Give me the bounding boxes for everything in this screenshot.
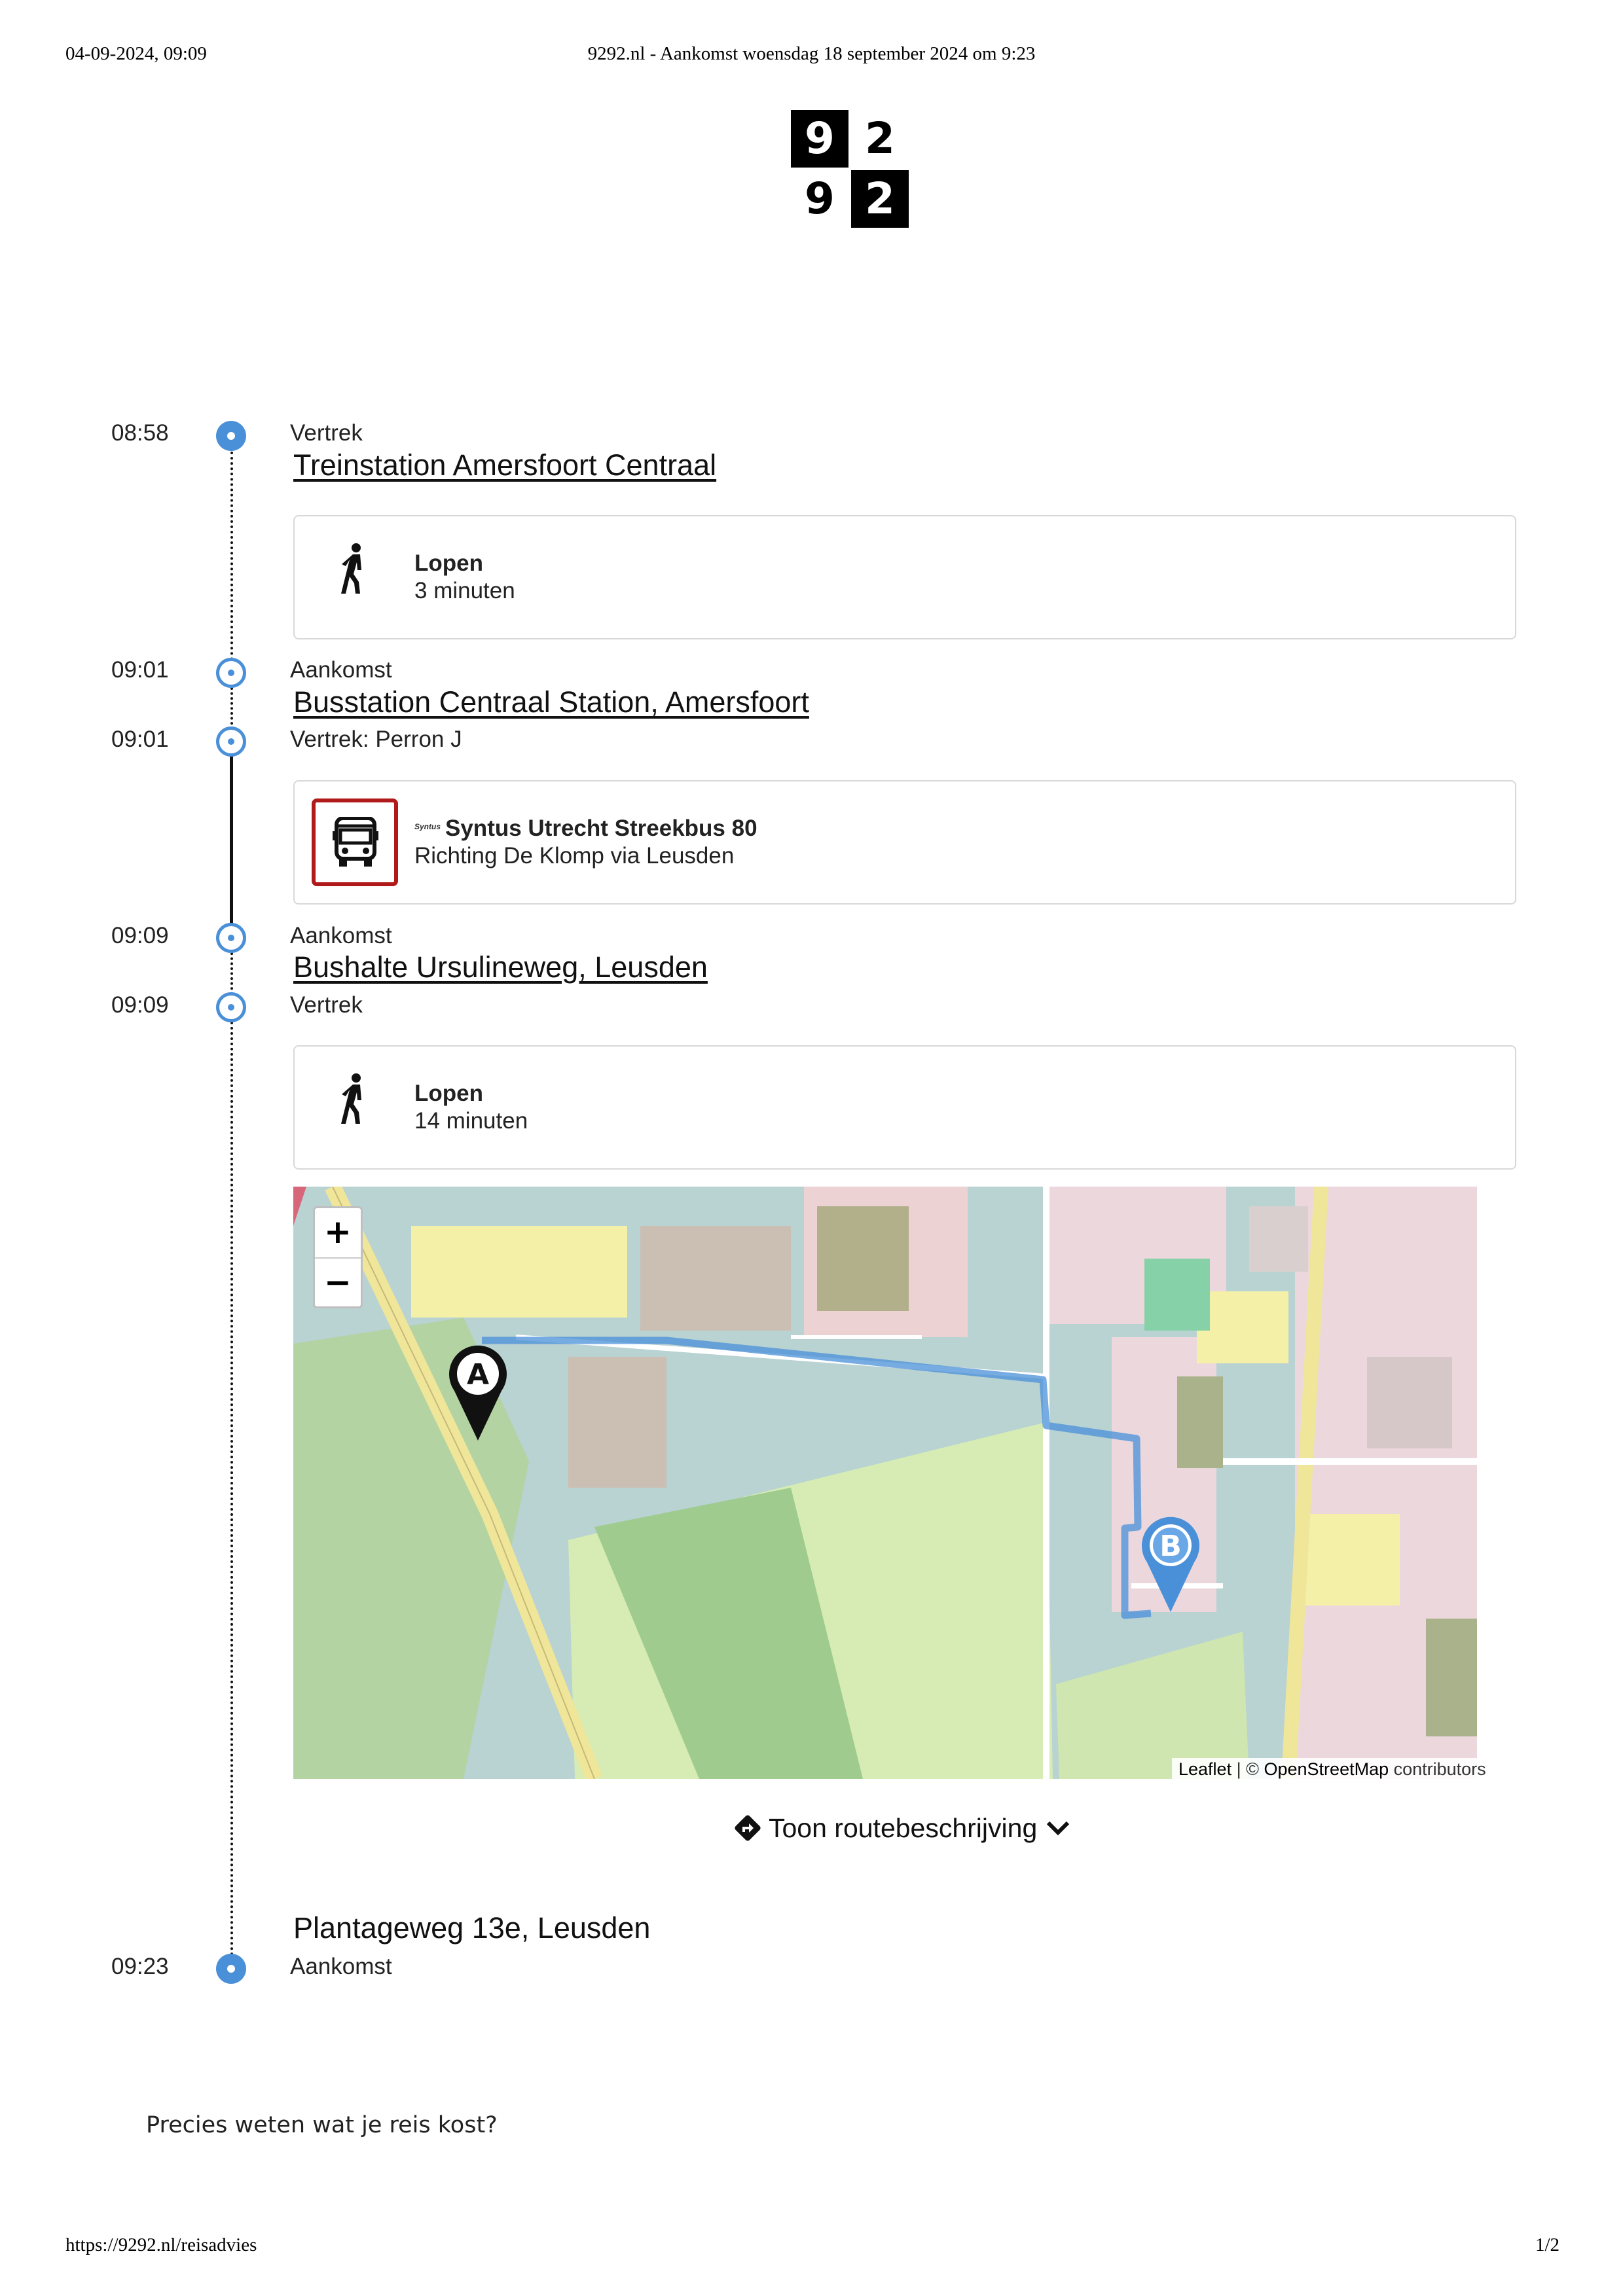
walk-duration: 14 minuten: [414, 1108, 528, 1134]
departure-platform-label: Vertrek: Perron J: [290, 726, 462, 752]
final-arrival-time: 09:23: [111, 1954, 169, 1979]
zoom-out-button[interactable]: −: [315, 1259, 361, 1308]
route-toggle-label: Toon routebeschrijving: [769, 1812, 1038, 1843]
bus-direction: Richting De Klomp via Leusden: [414, 843, 735, 869]
attribution-contributors: contributors: [1389, 1759, 1486, 1779]
departure-label: Vertrek: [290, 420, 363, 446]
stop-link-busstation[interactable]: Busstation Centraal Station, Amersfoort: [293, 685, 809, 719]
zoom-in-button[interactable]: +: [315, 1208, 361, 1259]
9292-logo[interactable]: 9 2 9 2: [791, 110, 910, 229]
print-title: 9292.nl - Aankomst woensdag 18 september…: [587, 43, 1036, 64]
leaflet-link[interactable]: Leaflet: [1178, 1759, 1231, 1779]
arrival-dot: [216, 1954, 246, 1984]
timeline-bus-line: [230, 756, 233, 926]
departure-dot: [216, 421, 246, 451]
walk-leg-card[interactable]: Lopen 3 minuten: [293, 515, 1516, 639]
arrival-time: 09:09: [111, 923, 169, 948]
print-url: https://9292.nl/reisadvies: [65, 2234, 257, 2255]
timeline-walk-line: [230, 452, 233, 671]
destination-marker-icon[interactable]: B: [1138, 1514, 1203, 1619]
directions-icon: [735, 1815, 761, 1841]
marker-b-label: B: [1159, 1530, 1182, 1563]
chevron-down-icon: [1047, 1821, 1070, 1836]
departure-time: 09:01: [111, 726, 169, 752]
walk-title: Lopen: [414, 1081, 483, 1106]
map-zoom-control: + −: [313, 1206, 363, 1308]
walk-title: Lopen: [414, 550, 483, 576]
bus-badge: [312, 798, 398, 886]
map-attribution: Leaflet | © OpenStreetMap contributors: [1172, 1758, 1493, 1781]
departure-label: Vertrek: [290, 992, 363, 1018]
marker-a-label: A: [467, 1358, 489, 1391]
departure-time: 08:58: [111, 420, 169, 446]
departure-time: 09:09: [111, 992, 169, 1018]
stop-dot: [216, 658, 246, 688]
logo-cell: 2: [851, 170, 909, 228]
openstreetmap-link[interactable]: OpenStreetMap: [1264, 1759, 1389, 1779]
attribution-separator: | ©: [1231, 1759, 1264, 1779]
logo-cell: 2: [865, 113, 895, 164]
arrival-time: 09:01: [111, 657, 169, 683]
stop-link-ursulineweg[interactable]: Bushalte Ursulineweg, Leusden: [293, 950, 708, 984]
destination-address: Plantageweg 13e, Leusden: [293, 1911, 651, 1945]
operator-logo: Syntus: [414, 822, 441, 831]
stop-dot: [216, 992, 246, 1022]
walking-icon: [341, 1073, 361, 1124]
price-promo-text: Precies weten wat je reis kost?: [146, 2112, 498, 2138]
walk-leg-card[interactable]: Lopen 14 minuten: [293, 1045, 1516, 1170]
logo-cell: 9: [791, 110, 848, 168]
final-arrival-label: Aankomst: [290, 1954, 392, 1979]
walking-route-line: [482, 1336, 1152, 1619]
arrival-label: Aankomst: [290, 657, 392, 683]
print-page-number: 1/2: [1535, 2234, 1560, 2255]
timeline-walk-line: [230, 1011, 233, 1967]
walk-duration: 3 minuten: [414, 578, 515, 603]
stop-dot: [216, 726, 246, 757]
logo-cell: 9: [805, 173, 835, 224]
bus-leg-card[interactable]: Syntus Syntus Utrecht Streekbus 80 Richt…: [293, 780, 1516, 905]
route-map[interactable]: A B + −: [293, 1187, 1477, 1779]
walking-icon: [341, 543, 361, 594]
bus-line-title: Syntus Utrecht Streekbus 80: [445, 816, 757, 841]
route-description-toggle[interactable]: Toon routebeschrijving: [733, 1812, 1071, 1844]
arrival-label: Aankomst: [290, 923, 392, 948]
stop-link-amersfoort-centraal[interactable]: Treinstation Amersfoort Centraal: [293, 448, 716, 482]
stop-dot: [216, 923, 246, 953]
bus-icon: [333, 817, 378, 867]
start-marker-icon[interactable]: A: [445, 1342, 511, 1447]
